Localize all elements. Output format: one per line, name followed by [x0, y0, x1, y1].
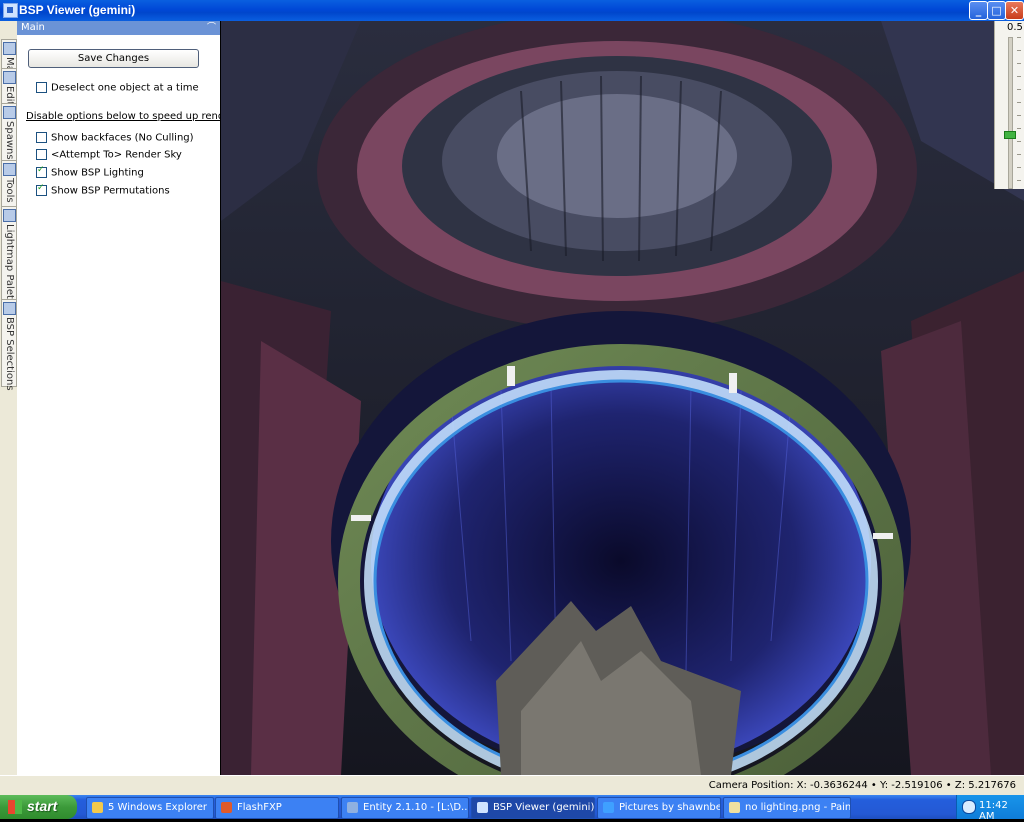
task-label: no lighting.png - Pain...: [745, 802, 851, 813]
start-label: start: [27, 798, 58, 814]
task-label: FlashFXP: [237, 802, 282, 813]
task-label: Pictures by shawnbec...: [619, 802, 720, 813]
deselect-label: Deselect one object at a time: [51, 82, 199, 94]
bsp-lighting-label: Show BSP Lighting: [51, 167, 144, 179]
lightmap-tab-icon: [3, 209, 16, 222]
panel-header: Main ⌒: [17, 21, 220, 35]
window-title: BSP Viewer (gemini): [19, 3, 136, 17]
slider-thumb[interactable]: [1004, 131, 1016, 139]
tab-spawns[interactable]: Spawns: [1, 103, 17, 161]
option-bsp-permutations-row[interactable]: Show BSP Permutations: [36, 183, 170, 198]
backfaces-label: Show backfaces (No Culling): [51, 132, 194, 144]
disable-options-label: Disable options below to speed up render…: [26, 111, 250, 122]
tab-main[interactable]: Main: [1, 39, 17, 81]
main-tab-icon: [3, 42, 16, 55]
ie-icon: [603, 802, 614, 813]
tab-tools[interactable]: Tools: [1, 160, 17, 207]
task-paint[interactable]: no lighting.png - Pain...: [723, 797, 851, 819]
edit-tab-icon: [3, 71, 16, 84]
tools-tab-icon: [3, 163, 16, 176]
windows-logo-icon: [8, 800, 22, 814]
render-sky-label: <Attempt To> Render Sky: [51, 149, 182, 161]
task-flashfxp[interactable]: FlashFXP: [215, 797, 339, 819]
tab-edit[interactable]: Edit: [1, 68, 17, 105]
bsp-permutations-checkbox[interactable]: [36, 183, 47, 196]
bsp-lighting-checkbox[interactable]: [36, 165, 47, 178]
entity-icon: [347, 802, 358, 813]
selections-tab-icon: [3, 302, 16, 315]
zoom-slider[interactable]: 0.5: [994, 21, 1024, 189]
flashfxp-icon: [221, 802, 232, 813]
option-backfaces-row[interactable]: Show backfaces (No Culling): [36, 132, 194, 145]
taskbar: start 5 Windows Explorer FlashFXP Entity…: [0, 795, 1024, 822]
option-bsp-lighting-row[interactable]: Show BSP Lighting: [36, 165, 144, 180]
pin-icon[interactable]: ⌒: [207, 21, 216, 35]
maximize-button[interactable]: □: [987, 1, 1006, 20]
option-render-sky-row[interactable]: <Attempt To> Render Sky: [36, 149, 182, 162]
bspviewer-icon: [477, 802, 488, 813]
panel-title: Main: [21, 22, 45, 33]
system-tray: 11:42 AM: [956, 795, 1024, 822]
tab-spawns-label: Spawns: [4, 121, 15, 160]
render-viewport[interactable]: [221, 21, 1024, 775]
deselect-checkbox-row[interactable]: Deselect one object at a time: [36, 82, 199, 95]
status-bar: Camera Position: X: -0.3636244 • Y: -2.5…: [0, 775, 1024, 796]
tab-lightmap-palettes[interactable]: Lightmap Palettes: [1, 206, 17, 314]
task-label: 5 Windows Explorer: [108, 802, 207, 813]
bsp-render[interactable]: [221, 21, 1024, 775]
tab-tools-label: Tools: [4, 178, 15, 203]
tab-bsp-selections[interactable]: BSP Selections: [1, 299, 17, 391]
task-windows-explorer[interactable]: 5 Windows Explorer: [86, 797, 214, 819]
render-sky-checkbox[interactable]: [36, 149, 47, 160]
tab-bsp-selections-label: BSP Selections: [4, 317, 15, 391]
vertical-tab-strip: Main Edit Spawns Tools Lightmap Palettes…: [0, 21, 18, 775]
camera-position: Camera Position: X: -0.3636244 • Y: -2.5…: [708, 780, 1016, 791]
slider-ticks: [1017, 37, 1021, 187]
title-bar[interactable]: BSP Viewer (gemini) _ □ ✕: [0, 0, 1024, 21]
paint-icon: [729, 802, 740, 813]
minimize-button[interactable]: _: [969, 1, 988, 20]
close-button[interactable]: ✕: [1005, 1, 1024, 20]
start-button[interactable]: start: [0, 795, 77, 819]
task-label: BSP Viewer (gemini): [493, 802, 595, 813]
deselect-checkbox[interactable]: [36, 82, 47, 93]
task-pictures[interactable]: Pictures by shawnbec...: [597, 797, 721, 819]
task-bsp-viewer[interactable]: BSP Viewer (gemini): [471, 797, 595, 819]
backfaces-checkbox[interactable]: [36, 132, 47, 143]
bsp-permutations-label: Show BSP Permutations: [51, 185, 170, 197]
folder-icon: [92, 802, 103, 813]
task-entity[interactable]: Entity 2.1.10 - [L:\D...: [341, 797, 469, 819]
task-label: Entity 2.1.10 - [L:\D...: [363, 802, 469, 813]
slider-value: 0.5: [1007, 22, 1023, 33]
slider-track[interactable]: [1008, 37, 1013, 189]
spawns-tab-icon: [3, 106, 16, 119]
tray-arrow-icon[interactable]: [962, 800, 976, 814]
save-changes-button[interactable]: Save Changes: [28, 49, 199, 68]
main-panel: Main ⌒ Save Changes Deselect one object …: [17, 21, 250, 775]
app-icon[interactable]: [3, 3, 18, 18]
